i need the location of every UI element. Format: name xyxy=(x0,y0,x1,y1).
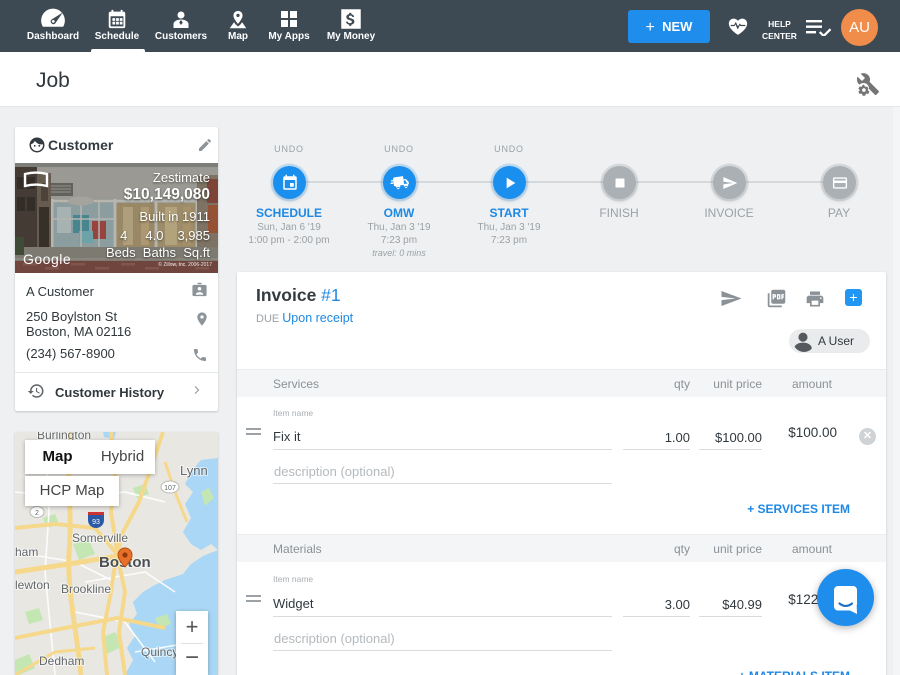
svg-text:Quincy: Quincy xyxy=(141,645,178,659)
svg-text:Dedham: Dedham xyxy=(39,654,84,668)
svg-text:2: 2 xyxy=(35,510,39,517)
svg-text:lewton: lewton xyxy=(15,578,50,592)
svg-text:Lynn: Lynn xyxy=(180,463,208,478)
svg-text:ham: ham xyxy=(15,545,38,559)
svg-text:107: 107 xyxy=(164,485,176,492)
svg-text:Somerville: Somerville xyxy=(72,531,128,545)
svg-text:93: 93 xyxy=(92,519,100,526)
svg-text:Brookline: Brookline xyxy=(61,582,111,596)
